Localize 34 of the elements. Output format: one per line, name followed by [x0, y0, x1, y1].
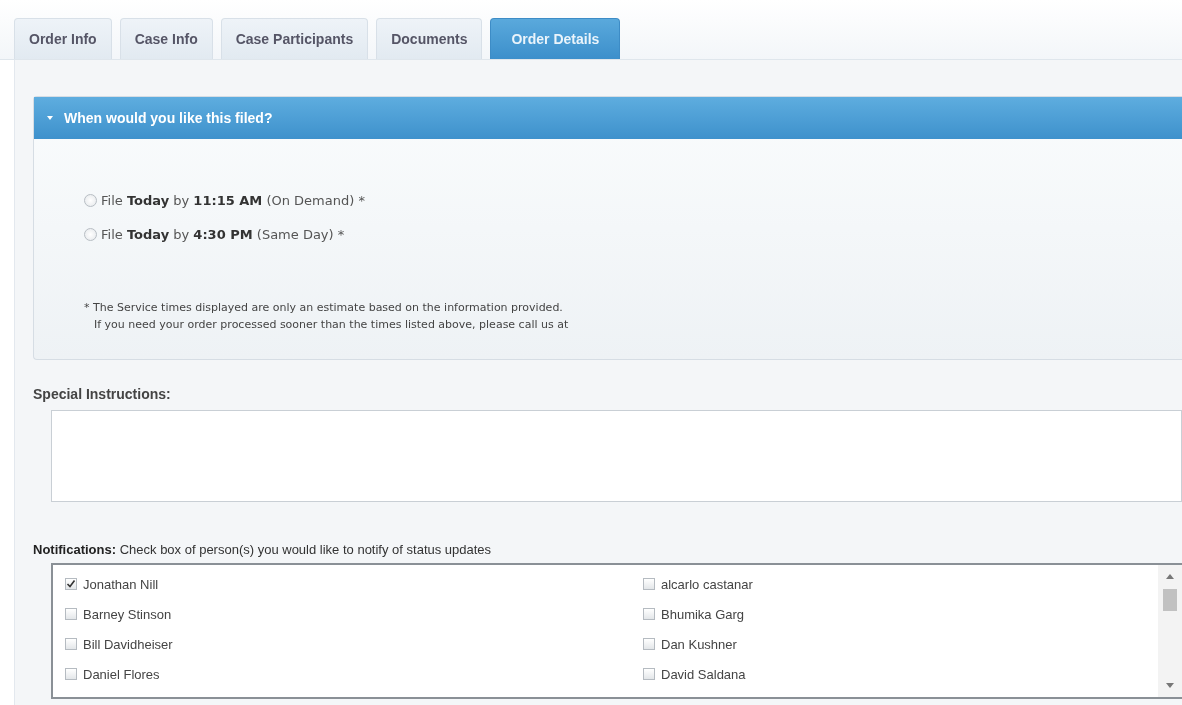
person-name: alcarlo castanar	[661, 576, 753, 592]
field-label: Special Instructions:	[33, 386, 172, 402]
option-label: File Today by 11:15 AM (On Demand) *	[101, 192, 365, 208]
scroll-up-icon[interactable]	[1166, 573, 1174, 579]
scroll-thumb[interactable]	[1163, 589, 1177, 611]
checkbox[interactable]	[65, 668, 77, 680]
checkbox[interactable]	[643, 578, 655, 590]
person-name: Bhumika Garg	[661, 606, 745, 622]
checkbox[interactable]	[65, 638, 77, 650]
scroll-down-icon[interactable]	[1166, 683, 1174, 689]
person-name: Dan Kushner	[661, 636, 737, 652]
tab[interactable]: Documents	[376, 18, 483, 59]
radio-button[interactable]	[84, 193, 97, 207]
disclaimer-text: * The Service times displayed are only an estimate based on the information provided.	[84, 300, 564, 316]
caret-icon	[46, 114, 54, 122]
checkbox[interactable]	[643, 608, 655, 620]
person-name: Jonathan Nill	[83, 576, 159, 592]
checkbox[interactable]	[65, 578, 77, 590]
notifications-text: Notifications: Check box of person(s) you would like to notify of status updates	[33, 542, 493, 557]
checkbox[interactable]	[65, 608, 77, 620]
person-name: Bill Davidheiser	[83, 636, 173, 652]
person-name: David Saldana	[661, 666, 746, 682]
tab[interactable]: Order Info	[14, 18, 112, 59]
checkbox[interactable]	[643, 638, 655, 650]
radio-button[interactable]	[84, 227, 97, 241]
person-name: Daniel Flores	[83, 666, 160, 682]
checkbox[interactable]	[643, 668, 655, 680]
tab[interactable]: Case Participants	[220, 18, 369, 59]
option-label: File Today by 4:30 PM (Same Day) *	[101, 226, 345, 242]
tab[interactable]: Case Info	[119, 18, 213, 59]
disclaimer-text: If you need your order processed sooner than the times listed above, please call us at	[93, 317, 570, 333]
person-name: Barney Stinson	[83, 606, 172, 622]
instructions-field[interactable]	[51, 410, 1182, 502]
scrollbar[interactable]	[1158, 565, 1182, 697]
